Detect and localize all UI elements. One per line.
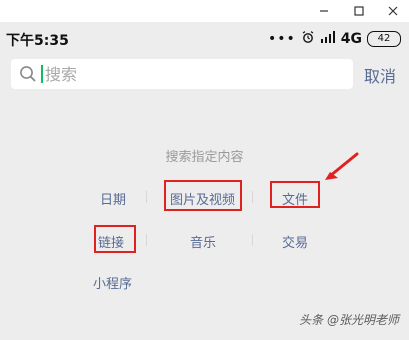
highlight-box xyxy=(270,181,320,208)
highlight-box xyxy=(164,180,242,211)
scope-divider xyxy=(252,234,253,246)
search-box[interactable] xyxy=(11,59,353,89)
scope-item-date[interactable]: 日期 xyxy=(100,189,126,208)
scope-divider xyxy=(146,234,147,246)
maximize-icon[interactable] xyxy=(341,0,377,22)
minimize-icon[interactable] xyxy=(306,0,342,22)
status-time: 下午5:35 xyxy=(6,33,69,49)
alarm-icon xyxy=(301,30,315,48)
status-bar: 下午5:35 ••• 4G 42 xyxy=(0,22,409,55)
battery-indicator: 42 xyxy=(367,31,401,47)
scope-item-transactions[interactable]: 交易 xyxy=(282,232,308,251)
scope-divider xyxy=(146,191,147,203)
network-type: 4G xyxy=(340,31,362,47)
cancel-button[interactable]: 取消 xyxy=(364,63,396,87)
window-title-bar xyxy=(0,0,409,22)
annotation-arrow-icon xyxy=(320,150,362,184)
scope-divider xyxy=(252,191,253,203)
highlight-box xyxy=(94,225,136,253)
scope-item-music[interactable]: 音乐 xyxy=(190,232,216,251)
text-caret xyxy=(41,65,43,83)
more-dots-icon: ••• xyxy=(267,31,296,47)
watermark-text: 头条 @张光明老师 xyxy=(299,313,399,327)
search-icon xyxy=(19,65,37,83)
scope-item-mini-programs[interactable]: 小程序 xyxy=(93,273,132,292)
screen: 下午5:35 ••• 4G 42 搜索 取消 搜索指定内容 日期 图片及视频 文… xyxy=(0,0,409,340)
search-input[interactable] xyxy=(45,61,345,87)
close-icon[interactable] xyxy=(375,0,409,22)
signal-icon xyxy=(320,30,336,48)
search-row: 取消 xyxy=(0,55,409,93)
status-icons: ••• 4G 42 xyxy=(268,30,401,48)
